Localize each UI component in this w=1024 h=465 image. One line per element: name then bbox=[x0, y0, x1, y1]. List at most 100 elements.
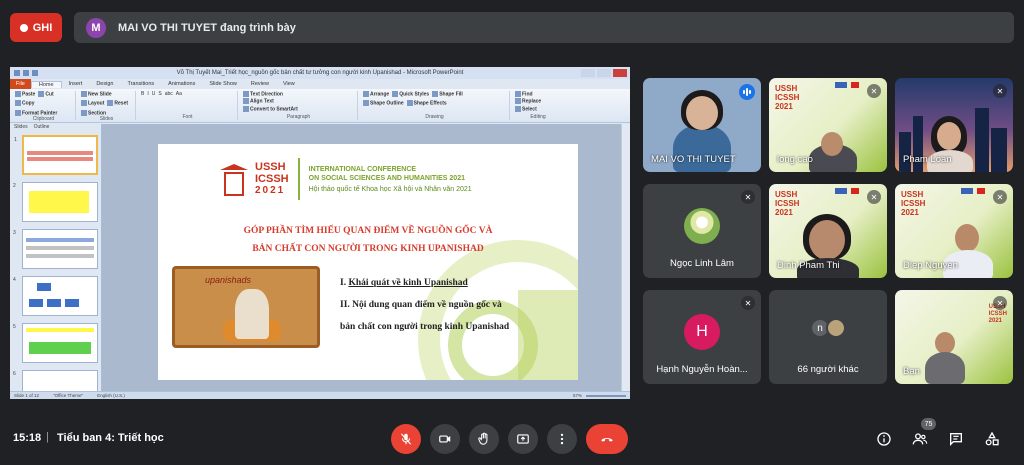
meeting-details-button[interactable] bbox=[873, 428, 895, 450]
participant-tile[interactable]: H ✕ Hạnh Nguyễn Hoàn... bbox=[643, 290, 761, 384]
participant-video bbox=[937, 122, 961, 150]
people-count-badge: 75 bbox=[921, 418, 936, 430]
new-slide-button: New Slide bbox=[81, 91, 112, 97]
mic-off-icon: ✕ bbox=[867, 84, 881, 98]
tab-insert: Insert bbox=[68, 81, 83, 87]
flag-icon bbox=[977, 188, 985, 194]
divider: | bbox=[46, 431, 49, 443]
tab-review: Review bbox=[250, 81, 269, 87]
activities-button[interactable] bbox=[981, 428, 1003, 450]
mic-off-icon: ✕ bbox=[741, 190, 755, 204]
conference-background: USSHICSSH2021 bbox=[775, 190, 800, 217]
participant-tile[interactable]: ✕ Pham Loan bbox=[895, 78, 1013, 172]
city-background bbox=[975, 108, 989, 172]
show-everyone-button[interactable] bbox=[909, 428, 931, 450]
tab-animations: Animations bbox=[168, 81, 196, 87]
mic-off-icon: ✕ bbox=[741, 296, 755, 310]
avatar: H bbox=[684, 314, 720, 350]
quick-access-toolbar bbox=[10, 70, 70, 76]
underline-button: U bbox=[151, 91, 156, 97]
flag-icon bbox=[851, 82, 859, 88]
conference-background: USSHICSSH2021 bbox=[775, 84, 800, 111]
leave-call-button[interactable] bbox=[586, 424, 628, 454]
align-text-button: Align Text bbox=[243, 98, 354, 105]
outline-point-1: I. Khái quát về kinh Upanishad bbox=[340, 278, 468, 288]
avatar bbox=[684, 208, 720, 244]
slide-thumbnail: 4 bbox=[13, 276, 98, 316]
bold-button: B bbox=[141, 91, 145, 97]
group-paragraph: Text Direction Align Text Convert to Sma… bbox=[240, 91, 358, 120]
more-options-button[interactable] bbox=[547, 424, 577, 454]
ribbon: Paste Cut Copy Format Painter Clipboard … bbox=[10, 89, 630, 123]
toggle-microphone-button[interactable] bbox=[391, 424, 421, 454]
participant-tile[interactable]: USSH ICSSH 2021 ✕ Diep Nguyen bbox=[895, 184, 1013, 278]
present-now-button[interactable] bbox=[508, 424, 538, 454]
group-drawing: Arrange Quick Styles Shape Fill Shape Ou… bbox=[360, 91, 510, 120]
participant-tile[interactable]: USSH ICSSH 2021 ✕ long cao bbox=[769, 78, 887, 172]
shadow-button: S bbox=[158, 91, 162, 97]
speaking-indicator-icon bbox=[739, 84, 755, 100]
participant-name: Hạnh Nguyễn Hoàn... bbox=[656, 364, 748, 375]
recording-label: GHI bbox=[32, 21, 53, 34]
mic-off-icon: ✕ bbox=[993, 190, 1007, 204]
conference-name: INTERNATIONAL CONFERENCE ON SOCIAL SCIEN… bbox=[308, 165, 472, 193]
raise-hand-icon bbox=[478, 432, 488, 445]
group-label: Paragraph bbox=[286, 114, 311, 120]
flag-icon bbox=[961, 188, 973, 194]
more-options-icon bbox=[560, 433, 564, 445]
shape-fill-button: Shape Fill bbox=[432, 91, 463, 97]
cut-button: Cut bbox=[38, 91, 54, 97]
logo-acronym: USSH ICSSH 2021 bbox=[255, 161, 289, 196]
tab-file: File bbox=[10, 79, 31, 89]
slide-thumbnails: 1 2 3 4 5 6 bbox=[10, 135, 101, 399]
zoom-control: 57% bbox=[573, 393, 630, 398]
slide-thumbnail: 2 bbox=[13, 182, 98, 222]
participant-video bbox=[821, 132, 843, 156]
reset-button: Reset bbox=[107, 100, 128, 107]
participant-tile[interactable]: ✕ Ngọc Linh Lâm bbox=[643, 184, 761, 278]
group-clipboard: Paste Cut Copy Format Painter Clipboard bbox=[12, 91, 76, 122]
find-button: Find bbox=[515, 91, 561, 97]
participant-video bbox=[809, 220, 845, 260]
present-icon bbox=[517, 434, 529, 444]
group-label: Drawing bbox=[425, 114, 444, 120]
meeting-name: Tiểu ban 4: Triết học bbox=[57, 432, 164, 444]
record-dot-icon bbox=[19, 23, 28, 32]
participant-tile[interactable]: USSH ICSSH 2021 ✕ Dinh Pham Thi bbox=[769, 184, 887, 278]
raise-hand-button[interactable] bbox=[469, 424, 499, 454]
select-button: Select bbox=[515, 105, 561, 112]
tab-slides: Slides bbox=[14, 124, 28, 130]
shape-outline-button: Shape Outline bbox=[363, 100, 404, 107]
maximize-icon bbox=[597, 69, 611, 77]
strikethrough-button: abc bbox=[164, 91, 173, 97]
self-view-tile[interactable]: USSHICSSH2021 ✕ Bạn bbox=[895, 290, 1013, 384]
shape-effects-button: Shape Effects bbox=[406, 100, 447, 107]
presenting-text: MAI VO THI TUYET đang trình bày bbox=[118, 21, 296, 34]
activities-icon bbox=[985, 431, 999, 446]
more-participants-label: 66 người khác bbox=[797, 364, 859, 375]
mic-off-icon: ✕ bbox=[993, 296, 1007, 310]
participant-name: Diep Nguyen bbox=[903, 260, 958, 271]
group-label: Editing bbox=[530, 114, 546, 120]
quick-styles-button: Quick Styles bbox=[392, 91, 429, 97]
pane-tabs: Slides Outline bbox=[10, 124, 101, 133]
slide-thumbnail: 1 bbox=[14, 135, 98, 175]
more-participants-tile[interactable]: n 66 người khác bbox=[769, 290, 887, 384]
window-controls bbox=[570, 69, 630, 77]
group-label: Clipboard bbox=[32, 115, 55, 122]
tab-transitions: Transitions bbox=[127, 81, 155, 87]
participant-name: long cao bbox=[777, 154, 813, 165]
mic-off-icon: ✕ bbox=[993, 84, 1007, 98]
tab-view: View bbox=[282, 81, 295, 87]
recording-indicator[interactable]: GHI bbox=[10, 13, 62, 42]
vertical-scrollbar bbox=[621, 124, 630, 391]
logo-divider bbox=[297, 158, 300, 200]
toggle-camera-button[interactable] bbox=[430, 424, 460, 454]
participant-tile[interactable]: MAI VO THI TUYET bbox=[643, 78, 761, 172]
mic-off-icon: ✕ bbox=[867, 190, 881, 204]
tab-outline: Outline bbox=[33, 124, 50, 130]
slide-thumbnail: 5 bbox=[13, 323, 98, 363]
flag-icon bbox=[835, 188, 847, 194]
flag-icon bbox=[835, 82, 847, 88]
chat-button[interactable] bbox=[945, 428, 967, 450]
